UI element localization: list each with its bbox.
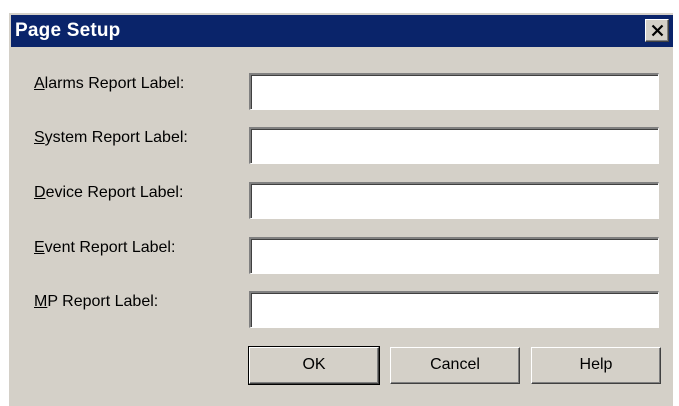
mp-report-label-text: P Report Label:: [47, 293, 159, 310]
alarms-report-label-input[interactable]: [249, 73, 659, 110]
mp-report-label-accel: M: [34, 293, 48, 310]
mp-report-label: MP Report Label:: [34, 293, 158, 311]
close-icon: [651, 24, 664, 37]
system-report-label-input[interactable]: [249, 127, 659, 164]
help-button[interactable]: Help: [531, 347, 661, 384]
alarms-report-label-text: larms Report Label:: [44, 75, 185, 92]
event-report-label-input[interactable]: [249, 237, 659, 274]
page-setup-dialog: Page Setup Alarms Report Label: System R…: [8, 12, 673, 406]
device-report-label-text: evice Report Label:: [45, 184, 184, 201]
dialog-title: Page Setup: [15, 20, 121, 41]
title-bar[interactable]: Page Setup: [11, 15, 673, 47]
device-report-label-accel: D: [34, 184, 46, 201]
device-report-label-input[interactable]: [249, 182, 659, 219]
ok-button[interactable]: OK: [248, 346, 380, 385]
alarms-report-label: Alarms Report Label:: [34, 75, 184, 93]
cancel-button[interactable]: Cancel: [390, 347, 520, 384]
event-report-label-text: vent Report Label:: [44, 239, 176, 256]
alarms-report-label-accel: A: [34, 75, 45, 92]
system-report-label: System Report Label:: [34, 129, 188, 147]
mp-report-label-input[interactable]: [249, 291, 659, 328]
event-report-label-accel: E: [34, 239, 45, 256]
event-report-label: Event Report Label:: [34, 239, 175, 257]
system-report-label-accel: S: [34, 129, 45, 146]
close-button[interactable]: [645, 19, 669, 42]
device-report-label: Device Report Label:: [34, 184, 183, 202]
system-report-label-text: ystem Report Label:: [44, 129, 188, 146]
